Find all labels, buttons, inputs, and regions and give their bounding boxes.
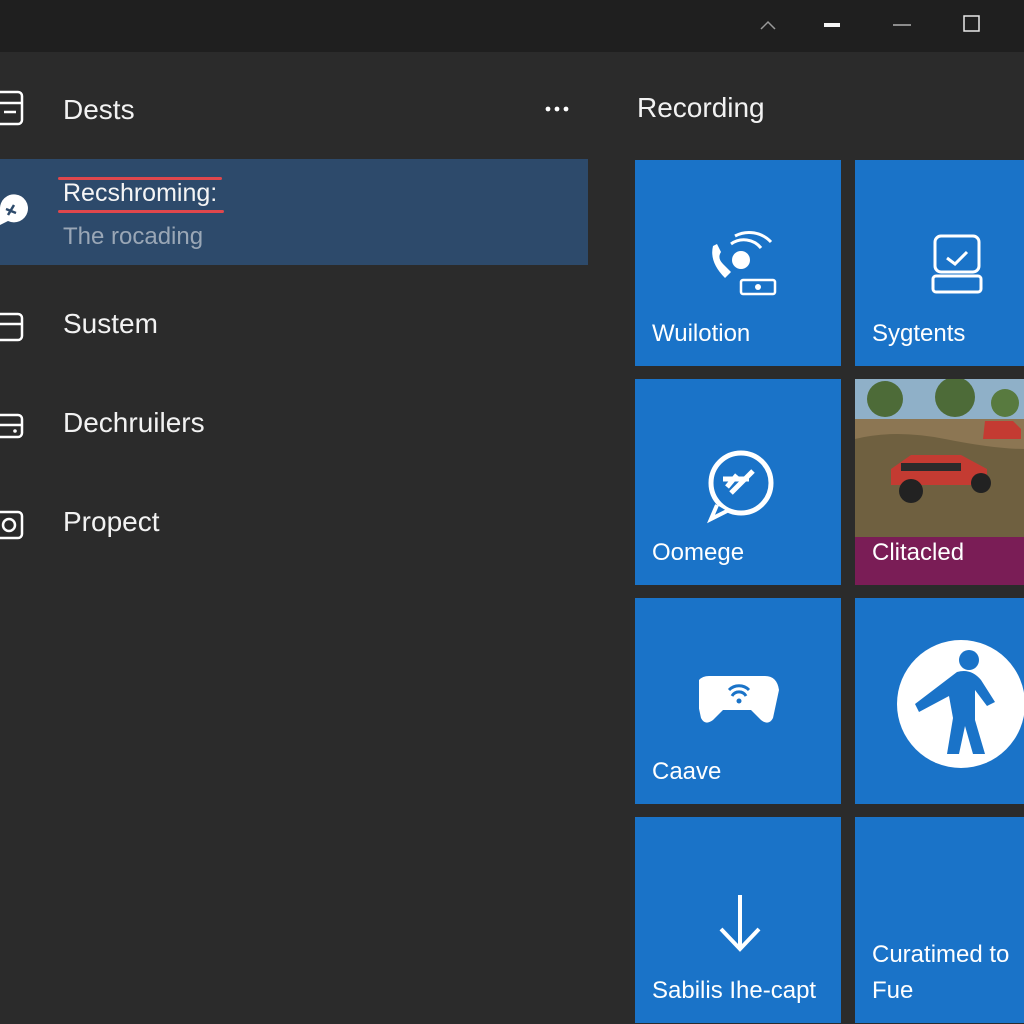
gamepad-icon	[699, 676, 779, 723]
section-title: Recording	[637, 92, 765, 123]
tile-clitacled[interactable]: Clitacled	[855, 379, 1024, 585]
chat-bubble-icon	[707, 450, 774, 524]
tile-label: Caave	[652, 758, 722, 785]
tile-label: Oomege	[652, 539, 745, 566]
minimize-icon[interactable]	[810, 10, 854, 42]
download-arrow-icon	[719, 895, 761, 952]
tray-icon	[0, 88, 28, 133]
maximize-icon[interactable]	[950, 10, 994, 42]
chat-icon	[0, 191, 36, 236]
tile-sygtents[interactable]: Sygtents	[855, 160, 1024, 366]
drive-icon	[0, 407, 28, 448]
tile-label: Sygtents	[872, 320, 966, 347]
person-silhouette-icon	[897, 640, 1024, 768]
camera-icon	[0, 506, 28, 547]
tile-label: Curatimed to Fue	[872, 941, 1010, 1004]
tile-curatimed[interactable]: Curatimed to Fue	[855, 817, 1024, 1023]
sidebar-item-dechruilers[interactable]: Dechruilers	[0, 393, 588, 453]
chevron-up-icon[interactable]	[746, 10, 790, 42]
tile-label: Wuilotion	[652, 320, 751, 347]
sidebar-item-propect[interactable]: Propect	[0, 492, 588, 552]
highlight-underline	[58, 210, 224, 213]
sidebar-item-sustem[interactable]: Sustem	[0, 294, 588, 354]
game-screenshot	[855, 379, 1024, 537]
nav-header: Dests	[0, 84, 600, 136]
phone-signal-icon	[712, 231, 777, 296]
sidebar-item-label: Dechruilers	[63, 407, 205, 438]
tile-person[interactable]	[855, 598, 1024, 804]
tile-oomege[interactable]: Oomege	[635, 379, 841, 585]
sidebar-item-subtitle: The rocading	[63, 223, 204, 250]
tile-label: Clitacled	[872, 539, 965, 566]
tile-sabilis[interactable]: Sabilis Ihe-capt	[635, 817, 841, 1023]
sidebar-item-label: Sustem	[63, 308, 158, 339]
nav-header-title: Dests	[63, 94, 135, 125]
sidebar-item-title: Recshroming:	[63, 179, 218, 207]
tray-icon	[0, 308, 28, 349]
tile-wuilotion[interactable]: Wuilotion	[635, 160, 841, 366]
sidebar-item-label: Propect	[63, 506, 160, 537]
device-icon	[931, 234, 983, 294]
sidebar-item-selected[interactable]: Recshroming: The rocading	[0, 159, 588, 265]
title-bar	[0, 0, 1024, 52]
tile-label: Sabilis Ihe-capt	[652, 977, 817, 1004]
minimize-icon[interactable]	[880, 10, 924, 42]
tile-caave[interactable]: Caave	[635, 598, 841, 804]
more-icon[interactable]	[540, 84, 576, 124]
